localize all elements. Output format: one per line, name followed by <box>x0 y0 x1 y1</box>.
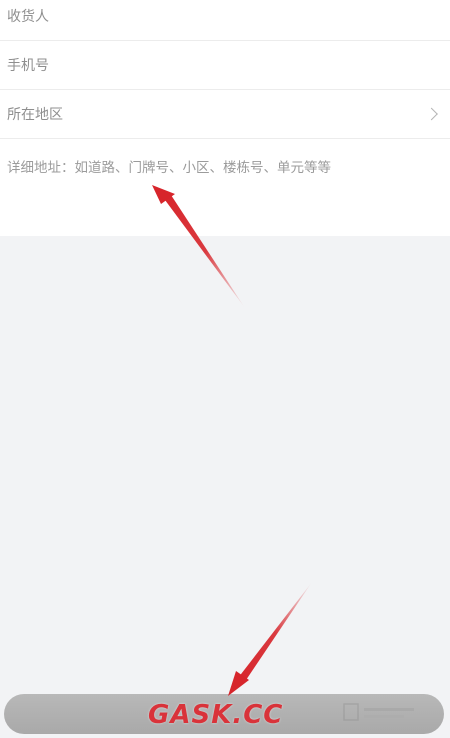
region-selector[interactable]: 所在地区 <box>0 90 450 139</box>
recipient-placeholder: 收货人 <box>7 9 49 25</box>
arrow-to-save-button <box>228 582 312 696</box>
address-form: 收货人 手机号 所在地区 详细地址：如道路、门牌号、小区、楼栋号、单元等等 <box>0 0 450 236</box>
detailed-address-field[interactable]: 详细地址：如道路、门牌号、小区、楼栋号、单元等等 <box>0 140 450 236</box>
recipient-field[interactable]: 收货人 <box>0 0 450 41</box>
phone-field[interactable]: 手机号 <box>0 41 450 90</box>
region-label: 所在地区 <box>7 107 63 123</box>
chevron-right-icon <box>425 107 438 121</box>
phone-placeholder: 手机号 <box>7 58 49 74</box>
detailed-address-placeholder: 详细地址：如道路、门牌号、小区、楼栋号、单元等等 <box>7 160 331 176</box>
watermark-icon <box>343 703 414 721</box>
watermark-logo: GASK.CC <box>148 700 284 730</box>
